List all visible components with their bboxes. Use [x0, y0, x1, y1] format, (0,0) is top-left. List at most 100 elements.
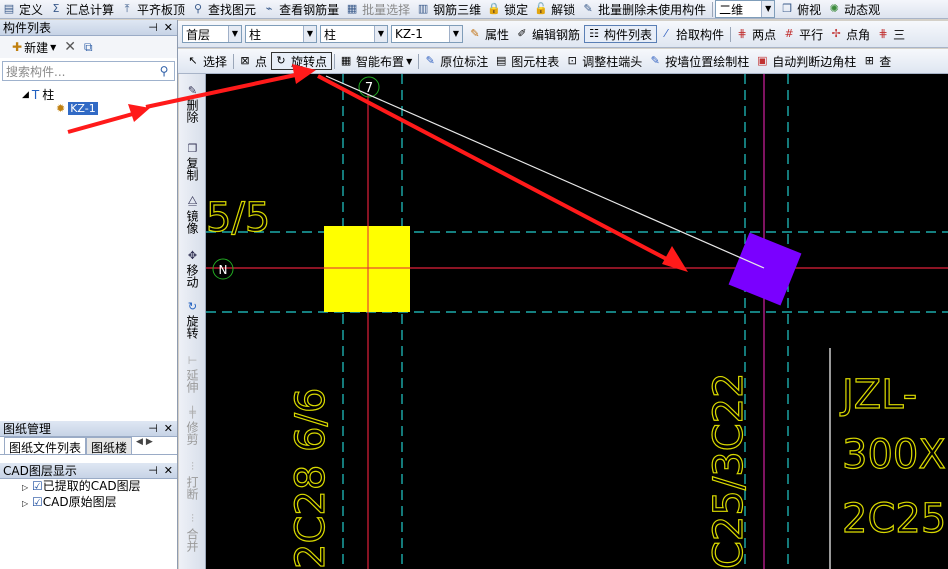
cad-layer-original[interactable]: ▷ ☑CAD原始图层: [22, 495, 177, 511]
toolbar1-button-5[interactable]: ▦ 批量选择: [343, 0, 414, 18]
tab-drawing-files[interactable]: 图纸文件列表: [4, 437, 87, 455]
tab-scroll-icon[interactable]: ◀ ▶: [136, 437, 153, 454]
delete-button[interactable]: ✎ 删除: [179, 84, 206, 123]
three-point-button[interactable]: ⋕ 三: [874, 25, 909, 43]
two-point-label: 两点: [752, 27, 777, 42]
copy-icon: ❐: [187, 142, 198, 155]
tree-node-column[interactable]: ◢ T 柱: [22, 86, 54, 103]
point-label: 点: [255, 54, 268, 69]
dynamic-view-button[interactable]: ✺ 动态观: [825, 0, 884, 18]
tree-node-kz1[interactable]: ✹ KZ-1: [56, 102, 98, 115]
in-place-annotation-label: 原位标注: [440, 54, 489, 69]
parallel-button[interactable]: # 平行: [780, 25, 827, 43]
select-button[interactable]: ↖ 选择: [184, 52, 231, 70]
search-input[interactable]: 搜索构件... ⚲: [2, 61, 175, 81]
expand-icon[interactable]: ▷: [22, 499, 28, 508]
define-icon: ▤: [3, 2, 15, 15]
rotate-button[interactable]: ↻ 旋转: [179, 300, 206, 339]
view-mode-select[interactable]: 二维 ▼: [715, 0, 776, 18]
find-icon: ⚲: [194, 2, 203, 15]
in-place-annotation-button[interactable]: ✎ 原位标注: [421, 52, 492, 70]
component-list-button[interactable]: ☷ 构件列表: [584, 25, 658, 43]
check-icon: ⊞: [864, 54, 874, 67]
new-icon: ✚: [12, 40, 23, 54]
tree-root-label: 柱: [42, 88, 55, 102]
wall-icon: ✎: [650, 54, 660, 67]
auto-corner-column-button[interactable]: ▣ 自动判断边角柱: [753, 52, 860, 70]
edit-rebar-button[interactable]: ✐ 编辑钢筋: [513, 25, 584, 43]
top-view-button[interactable]: ❒ 俯视: [778, 0, 825, 18]
cad-layer-extracted-label: 已提取的CAD图层: [42, 479, 141, 493]
tab-drawing-floors[interactable]: 图纸楼: [86, 437, 133, 455]
close-icon[interactable]: ✕: [164, 422, 173, 435]
merge-label: 合并: [185, 528, 199, 552]
extend-button[interactable]: ⊢ 延伸: [179, 354, 206, 393]
left-panel: 构件列表 ⊣ ✕ ✚ 新建 ▼ ✕ ⧉ 搜索构件... ⚲ ◢ T 柱 ✹ KZ-…: [0, 20, 178, 569]
rotate-label: 旋转: [185, 315, 199, 339]
pin-icon[interactable]: ⊣: [148, 422, 158, 435]
point-button[interactable]: ⊠ 点: [236, 52, 271, 70]
extend-icon: ⊢: [187, 354, 198, 367]
toolbar1-button-7[interactable]: 🔒 锁定: [485, 0, 532, 18]
toolbar1-button-8[interactable]: 🔓 解锁: [532, 0, 579, 18]
three-point-icon: ⋕: [878, 27, 888, 40]
edit-rebar-label: 编辑钢筋: [532, 27, 581, 42]
column-table-button[interactable]: ▤ 图元柱表: [492, 52, 563, 70]
toolbar1-label-9: 批量删除未使用构件: [598, 2, 707, 17]
parallel-icon: #: [784, 27, 794, 40]
cad-layer-header: CAD图层显示 ⊣ ✕: [0, 463, 177, 479]
copy-icon[interactable]: ⧉: [84, 40, 93, 55]
close-icon[interactable]: ✕: [164, 21, 173, 34]
close-icon[interactable]: ✕: [164, 464, 173, 477]
mirror-label: 镜像: [185, 210, 199, 234]
floor-select[interactable]: 首层 ▼: [182, 25, 242, 43]
toolbar1-button-1[interactable]: Σ 汇总计算: [47, 0, 118, 18]
break-button[interactable]: ⫶ 打断: [179, 460, 206, 500]
pin-icon[interactable]: ⊣: [148, 21, 158, 34]
main-toolbar: ▤ 定义 Σ 汇总计算 ⤒ 平齐板顶 ⚲ 查找图元 ⌁ 查看钢筋量 ▦ 批量选择 ▥ 钢筋三维 🔒 锁定 🔓 解锁…: [0, 0, 948, 19]
pick-component-button[interactable]: ⁄ 拾取构件: [657, 25, 728, 43]
toolbar1-button-9[interactable]: ✎ 批量删除未使用构件: [579, 0, 710, 18]
toolbar1-label-4: 查看钢筋量: [279, 2, 340, 17]
subtype-select[interactable]: 柱 ▼: [320, 25, 388, 43]
search-icon[interactable]: ⚲: [154, 64, 174, 78]
move-button[interactable]: ✥ 移动: [179, 249, 206, 288]
collapse-icon[interactable]: ◢: [22, 90, 29, 100]
break-icon: ⫶: [191, 460, 194, 473]
copy-button[interactable]: ❐ 复制: [179, 142, 206, 181]
annotation-icon: ✎: [425, 54, 435, 67]
point-angle-label: 点角: [846, 27, 871, 42]
adjust-column-end-button[interactable]: ⊡ 调整柱端头: [563, 52, 646, 70]
pin-icon[interactable]: ⊣: [148, 464, 158, 477]
toolbar1-button-6[interactable]: ▥ 钢筋三维: [414, 0, 485, 18]
mirror-button[interactable]: ⧋ 镜像: [179, 194, 206, 234]
toolbar1-button-0[interactable]: ▤ 定义: [0, 0, 47, 18]
cad-layer-extracted[interactable]: ▷ ☑已提取的CAD图层: [22, 479, 177, 495]
component-select[interactable]: KZ-1 ▼: [391, 25, 463, 43]
toolbar1-button-3[interactable]: ⚲ 查找图元: [189, 0, 260, 18]
drawing-canvas[interactable]: 7 N 5/5 2C28 6/6 C25/3C22 JZL- 300X 2C25: [206, 74, 948, 569]
expand-icon[interactable]: ▷: [22, 483, 28, 492]
checkbox-icon[interactable]: ☑: [32, 479, 43, 493]
mirror-icon: ⧋: [187, 194, 198, 207]
two-point-button[interactable]: ⋕ 两点: [733, 25, 780, 43]
type-select-value: 柱: [249, 27, 262, 42]
adjust-end-icon: ⊡: [567, 54, 577, 67]
delete-icon[interactable]: ✕: [64, 39, 76, 55]
point-icon: ⊠: [240, 54, 250, 67]
point-angle-button[interactable]: ✢ 点角: [827, 25, 874, 43]
toolbar1-button-4[interactable]: ⌁ 查看钢筋量: [260, 0, 343, 18]
new-button[interactable]: ✚ 新建 ▼: [12, 39, 56, 56]
merge-button[interactable]: ⫶ 合并: [179, 512, 206, 552]
column-kz1-rotated[interactable]: [728, 232, 802, 306]
draw-by-wall-button[interactable]: ✎ 按墙位置绘制柱: [646, 52, 753, 70]
type-select[interactable]: 柱 ▼: [245, 25, 317, 43]
trim-button[interactable]: ╪ 修剪: [179, 406, 206, 445]
checkbox-icon[interactable]: ☑: [32, 495, 43, 509]
check-button[interactable]: ⊞ 查: [860, 52, 895, 70]
smart-layout-button[interactable]: ▦ 智能布置 ▼: [337, 52, 416, 70]
toolbar1-button-2[interactable]: ⤒ 平齐板顶: [118, 0, 189, 18]
column-kz1-original[interactable]: [324, 226, 410, 312]
rotate-point-button[interactable]: ↻ 旋转点: [271, 52, 333, 70]
properties-button[interactable]: ✎ 属性: [466, 25, 513, 43]
